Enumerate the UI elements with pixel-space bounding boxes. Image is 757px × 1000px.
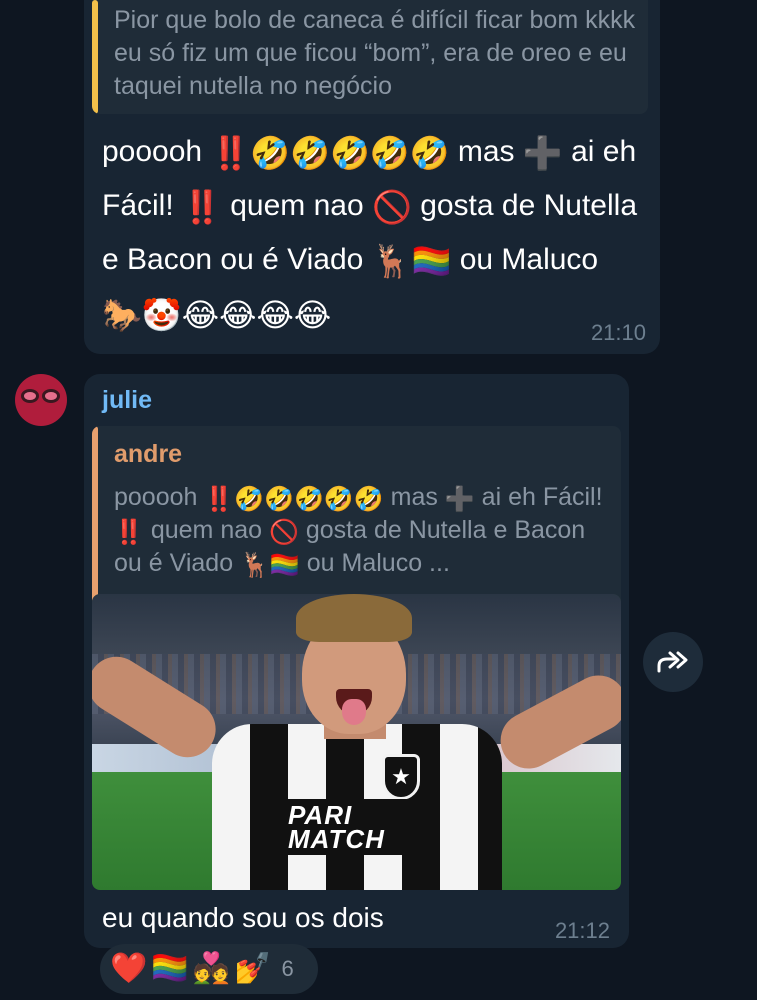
quote-text: Pior que bolo de caneca é difícil ficar … [114, 6, 636, 100]
message-text: pooooh ‼️🤣🤣🤣🤣🤣 mas ➕ ai eh Fácil! ‼️ que… [102, 135, 637, 333]
quote-bar [92, 0, 98, 114]
avatar[interactable] [15, 374, 67, 426]
rofl-emoji: 🤣🤣🤣🤣🤣 [250, 135, 450, 171]
deer-rainbow-emoji: 🦌🏳️‍🌈 [371, 243, 452, 279]
sender-name[interactable]: julie [102, 386, 152, 415]
star-crest-icon: ★ [382, 754, 420, 800]
message-bubble-2[interactable]: julie andre pooooh ‼️🤣🤣🤣🤣🤣 mas ➕ ai eh F… [84, 374, 629, 948]
message-text: eu quando sou os dois [102, 902, 384, 933]
reaction-count: 6 [281, 956, 294, 981]
exclaim-rofl-emoji: ‼️🤣🤣🤣🤣🤣 [204, 486, 384, 513]
forward-arrow-icon [657, 651, 688, 673]
message-time: 21:12 [554, 918, 610, 943]
double-exclamation-emoji: ‼️ [210, 135, 251, 171]
nail-polish-reaction[interactable]: 💅 [234, 954, 271, 984]
reactions-bar[interactable]: ❤️ 🏳️‍🌈 💑 💅 6 [100, 944, 318, 994]
avatar-glasses-left [21, 389, 39, 403]
message-bubble-1[interactable]: Pior que bolo de caneca é difícil ficar … [84, 0, 660, 354]
plus-emoji: ➕ [444, 486, 475, 513]
quote-author: andre [114, 440, 183, 468]
photo-sponsor-text: PARI MATCH [282, 799, 432, 855]
photo-tongue [342, 699, 366, 725]
deer-rainbow-emoji: 🦌🏳️‍🌈 [240, 552, 300, 579]
prohibited-emoji: 🚫 [372, 189, 412, 225]
avatar-glasses-right [42, 389, 60, 403]
message-time: 21:10 [590, 320, 646, 345]
donkey-clown-laugh-emoji: 🐎🤡😂😂😂😂 [102, 297, 332, 333]
quote-text: pooooh ‼️🤣🤣🤣🤣🤣 mas ➕ ai eh Fácil! ‼️ que… [114, 483, 603, 579]
double-exclamation-emoji: ‼️ [182, 189, 222, 225]
couple-reaction[interactable]: 💑 [193, 954, 230, 984]
reply-quote[interactable]: Pior que bolo de caneca é difícil ficar … [92, 0, 648, 114]
forward-button[interactable] [643, 632, 703, 692]
message-photo[interactable]: ★ PARI MATCH [92, 594, 621, 890]
plus-emoji: ➕ [522, 135, 563, 171]
prohibited-emoji: 🚫 [269, 519, 299, 546]
heart-reaction[interactable]: ❤️ [110, 954, 147, 984]
double-exclamation-emoji: ‼️ [114, 519, 144, 546]
photo-hair [296, 594, 412, 642]
rainbow-flag-reaction[interactable]: 🏳️‍🌈 [151, 954, 188, 984]
